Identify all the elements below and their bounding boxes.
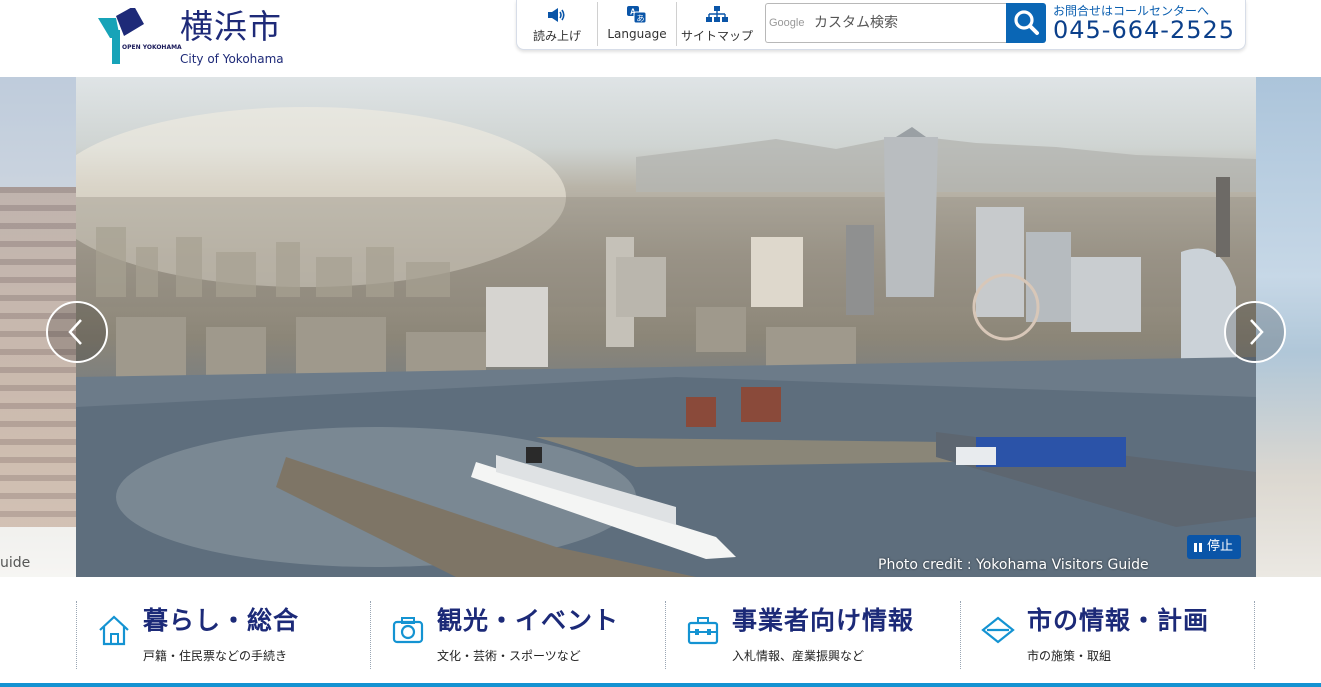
category-business[interactable]: 事業者向け情報 入札情報、産業振興など [665, 601, 960, 669]
language-icon: A あ [627, 6, 647, 24]
hero-slider: uide Photo credit: Yokohama Visitors Gu… [0, 77, 1321, 577]
open-yokohama-logo-icon [98, 8, 144, 64]
camera-icon [392, 617, 424, 644]
category-subtitle: 入札情報、産業振興など [732, 649, 865, 663]
logo-mark-text: OPEN YOKOHAMA [122, 44, 182, 51]
search-icon [1014, 10, 1039, 35]
site-logo[interactable]: OPEN YOKOHAMA 横浜市 City of Yokohama [98, 6, 298, 68]
chevron-left-icon [68, 319, 82, 345]
speaker-icon [548, 8, 565, 22]
category-living[interactable]: 暮らし・総合 戸籍・住民票などの手続き [76, 601, 371, 669]
house-icon [99, 615, 129, 646]
slider-next-button[interactable] [1224, 301, 1286, 363]
category-subtitle: 戸籍・住民票などの手続き [143, 649, 288, 663]
language-button[interactable]: A あ Language [598, 0, 676, 48]
slider-prev-button[interactable] [46, 301, 108, 363]
category-title: 市の情報・計画 [1027, 606, 1210, 635]
category-title: 暮らし・総合 [143, 606, 300, 635]
hero-image-yokohama-minato-mirai: Photo credit : Yokohama Visitors Guide 停… [76, 77, 1256, 577]
photo-credit: Photo credit : Yokohama Visitors Guide [878, 557, 1149, 573]
google-branding: Google [769, 17, 805, 29]
category-title: 観光・イベント [437, 606, 620, 635]
sitemap-button[interactable]: サイトマップ [677, 0, 757, 48]
search-button[interactable] [1006, 3, 1046, 43]
category-subtitle: 市の施策・取組 [1027, 649, 1112, 663]
logo-english-name: City of Yokohama [180, 52, 284, 66]
bottom-accent-bar [0, 683, 1321, 687]
custom-search-box: Google [765, 3, 1008, 43]
hero-cityscape-illustration [76, 107, 1256, 577]
read-aloud-label: 読み上げ [532, 29, 581, 43]
briefcase-icon [687, 617, 719, 645]
category-tourism[interactable]: 観光・イベント 文化・芸術・スポーツなど [370, 601, 665, 669]
search-input[interactable] [814, 5, 1004, 41]
category-city-info[interactable]: 市の情報・計画 市の施策・取組 [960, 601, 1255, 669]
sitemap-label: サイトマップ [680, 29, 753, 43]
category-navigation: 暮らし・総合 戸籍・住民票などの手続き 観光・イベント 文化・芸術・スポーツなど… [0, 577, 1321, 687]
language-label: Language [607, 27, 667, 41]
contact-phone-number[interactable]: 045-664-2525 [1053, 16, 1235, 44]
logo-japanese-name: 横浜市 [180, 7, 282, 46]
slider-pause-button[interactable]: 停止 [1187, 535, 1241, 559]
utility-toolbox: 読み上げ A あ Language サイトマップ Google カスタム検索 お… [516, 0, 1246, 50]
category-subtitle: 文化・芸術・スポーツなど [437, 649, 581, 663]
category-title: 事業者向け情報 [732, 606, 915, 635]
sitemap-icon [706, 6, 728, 22]
pause-label: 停止 [1207, 539, 1234, 554]
previous-slide-credit: uide [0, 555, 31, 571]
chevron-right-icon [1250, 319, 1264, 345]
svg-text:あ: あ [637, 14, 645, 23]
site-header: OPEN YOKOHAMA 横浜市 City of Yokohama 読み上げ … [0, 0, 1321, 77]
read-aloud-button[interactable]: 読み上げ [517, 0, 597, 48]
diamond-icon [981, 616, 1015, 644]
